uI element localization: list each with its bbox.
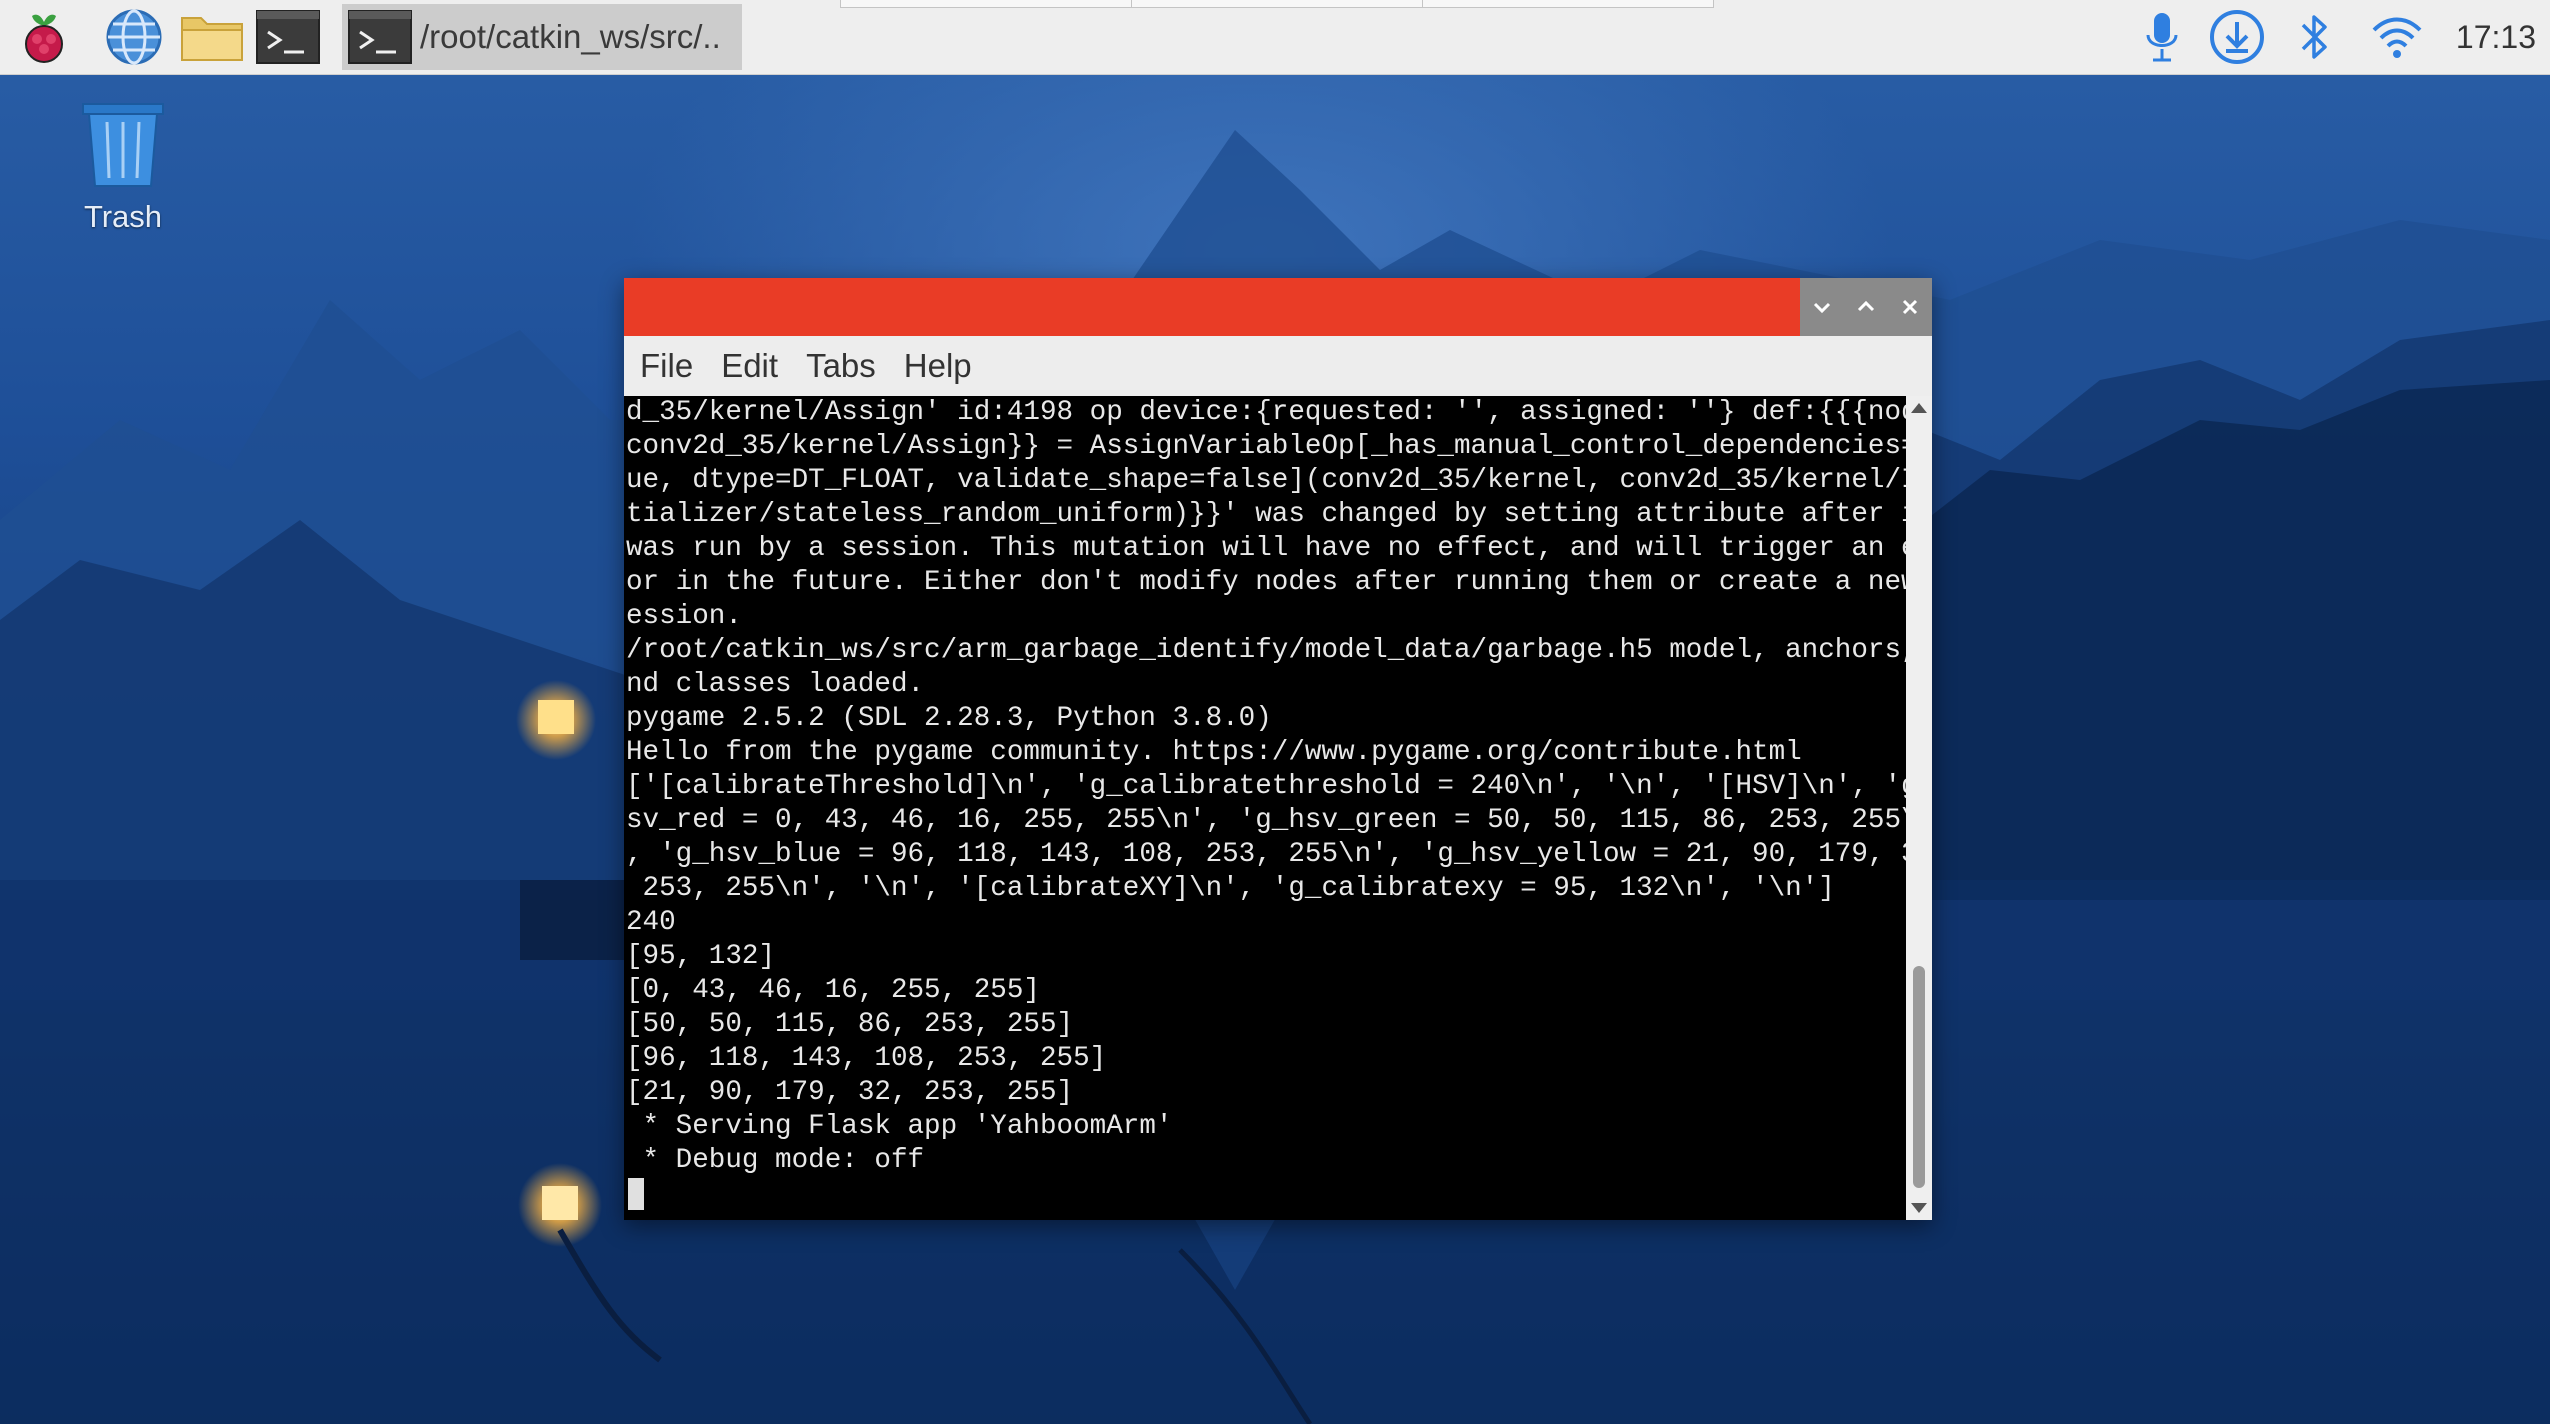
menu-edit[interactable]: Edit	[707, 347, 792, 385]
scroll-up-arrow[interactable]	[1906, 396, 1932, 420]
bluetooth-icon[interactable]	[2288, 6, 2340, 68]
terminal-line: pygame 2.5.2 (SDL 2.28.3, Python 3.8.0)	[626, 703, 1272, 734]
terminal-text: d_35/kernel/Assign' id:4198 op device:{r…	[624, 396, 1906, 1212]
terminal-line: sv_red = 0, 43, 46, 16, 255, 255\n', 'g_…	[626, 805, 1906, 836]
terminal-line: /root/catkin_ws/src/arm_garbage_identify…	[626, 635, 1906, 666]
terminal-line: Hello from the pygame community. https:/…	[626, 737, 1802, 768]
terminal-line: [95, 132]	[626, 941, 776, 972]
terminal-line: [50, 50, 115, 86, 253, 255]	[626, 1009, 1074, 1040]
trash-label: Trash	[83, 199, 163, 234]
scrollbar-thumb[interactable]	[1913, 966, 1925, 1188]
terminal-line: 240	[626, 907, 676, 938]
terminal-line: was run by a session. This mutation will…	[626, 533, 1906, 564]
close-button[interactable]	[1893, 290, 1927, 324]
terminal-line: * Serving Flask app 'YahboomArm'	[626, 1111, 1173, 1142]
workspace-switcher[interactable]	[840, 0, 1714, 8]
vertical-scrollbar[interactable]	[1906, 396, 1932, 1220]
desktop-trash[interactable]: Trash	[58, 98, 188, 235]
terminal-line: ['[calibrateThreshold]\n', 'g_calibratet…	[626, 771, 1906, 802]
file-manager-icon[interactable]	[176, 6, 248, 68]
close-icon	[1902, 299, 1918, 315]
terminal-icon[interactable]	[252, 6, 324, 68]
menu-file[interactable]: File	[626, 347, 707, 385]
terminal-line: , 'g_hsv_blue = 96, 118, 143, 108, 253, …	[626, 839, 1906, 870]
menu-tabs[interactable]: Tabs	[792, 347, 890, 385]
terminal-output[interactable]: d_35/kernel/Assign' id:4198 op device:{r…	[624, 396, 1906, 1220]
maximize-button[interactable]	[1849, 290, 1883, 324]
menu-help[interactable]: Help	[890, 347, 986, 385]
terminal-line: [0, 43, 46, 16, 255, 255]	[626, 975, 1040, 1006]
scroll-down-arrow[interactable]	[1906, 1196, 1932, 1220]
chevron-down-icon	[1813, 302, 1831, 314]
terminal-line: or in the future. Either don't modify no…	[626, 567, 1906, 598]
terminal-line: [96, 118, 143, 108, 253, 255]	[626, 1043, 1107, 1074]
wifi-icon[interactable]	[2364, 6, 2430, 68]
terminal-window: File Edit Tabs Help d_35/kernel/Assign' …	[624, 278, 1932, 1220]
terminal-line: [21, 90, 179, 32, 253, 255]	[626, 1077, 1074, 1108]
terminal-line: ue, dtype=DT_FLOAT, validate_shape=false…	[626, 465, 1906, 496]
taskbar-terminal-window[interactable]: /root/catkin_ws/src/..	[342, 4, 742, 70]
top-panel: /root/catkin_ws/src/.. 17:13	[0, 0, 2550, 75]
terminal-cursor	[628, 1178, 644, 1210]
web-browser-icon[interactable]	[98, 6, 170, 68]
raspberry-pi-menu-icon[interactable]	[8, 6, 80, 68]
terminal-icon	[348, 10, 412, 69]
terminal-line: d_35/kernel/Assign' id:4198 op device:{r…	[626, 397, 1906, 428]
taskbar-window-title: /root/catkin_ws/src/..	[420, 18, 721, 55]
minimize-button[interactable]	[1805, 290, 1839, 324]
menubar: File Edit Tabs Help	[624, 336, 1932, 396]
terminal-line: * Debug mode: off	[626, 1145, 925, 1176]
trash-icon	[82, 103, 164, 187]
clock[interactable]: 17:13	[2456, 0, 2536, 74]
terminal-line: 253, 255\n', '\n', '[calibrateXY]\n', 'g…	[626, 873, 1835, 904]
window-titlebar[interactable]	[624, 278, 1932, 336]
arrow-up-icon	[1911, 403, 1927, 413]
terminal-line: nd classes loaded.	[626, 669, 925, 700]
terminal-line: ession.	[626, 601, 742, 632]
arrow-down-icon	[1911, 1203, 1927, 1213]
terminal-line: conv2d_35/kernel/Assign}} = AssignVariab…	[626, 431, 1906, 462]
chevron-up-icon	[1857, 300, 1875, 312]
terminal-line: tializer/stateless_random_uniform)}}' wa…	[626, 499, 1906, 530]
microphone-icon[interactable]	[2134, 6, 2190, 68]
window-controls	[1800, 278, 1932, 336]
download-icon[interactable]	[2204, 6, 2270, 68]
